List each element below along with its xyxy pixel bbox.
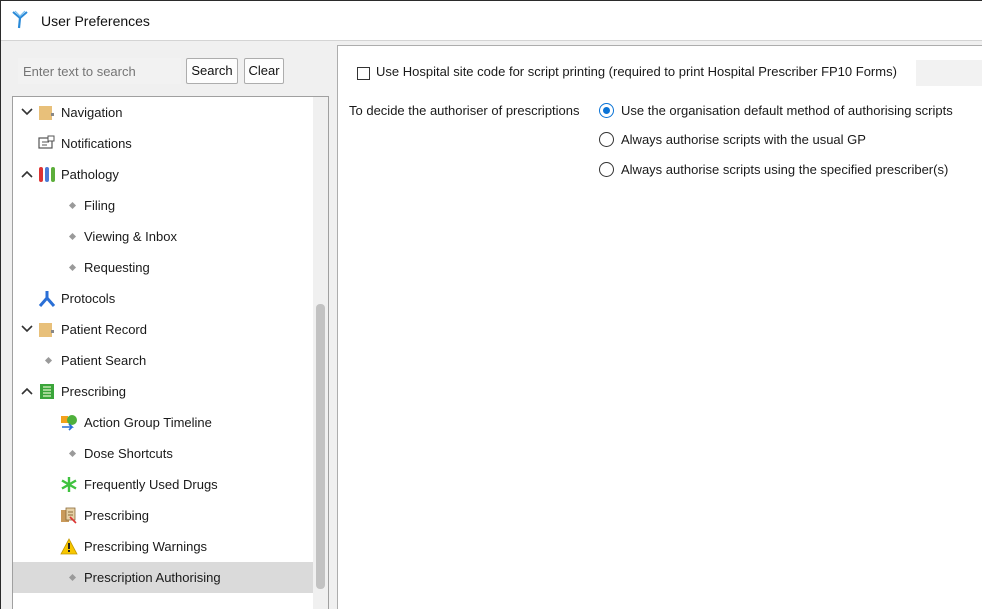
tree-item-prescribing-group[interactable]: Prescribing (13, 376, 313, 407)
tree-item-label: Prescribing (61, 384, 127, 399)
folder-icon (39, 106, 54, 120)
radio-usual-gp[interactable] (599, 132, 614, 147)
radio-usual-gp-label[interactable]: Always authorise scripts with the usual … (621, 132, 866, 147)
tree-scrollbar-thumb[interactable] (316, 304, 325, 589)
tree-item-label: Pathology (61, 167, 119, 182)
tree-item-dose-shortcuts[interactable]: Dose Shortcuts (13, 438, 313, 469)
protocols-icon (38, 291, 56, 307)
tree-item-label: Notifications (61, 136, 132, 151)
tree-item-label: Patient Search (61, 353, 147, 368)
bullet-icon (68, 573, 77, 582)
tree-item-viewing-inbox[interactable]: Viewing & Inbox (13, 221, 313, 252)
tree-item-requesting[interactable]: Requesting (13, 252, 313, 283)
radio-specified-prescriber[interactable] (599, 162, 614, 177)
search-input[interactable] (18, 58, 181, 84)
bullet-icon (44, 356, 53, 365)
tree-item-label: Protocols (61, 291, 116, 306)
bullet-icon (68, 201, 77, 210)
tree-item-label: Requesting (84, 260, 150, 275)
tree-item-label: Filing (84, 198, 116, 213)
chevron-down-icon[interactable] (19, 314, 35, 345)
search-button[interactable]: Search (186, 58, 238, 84)
hospital-site-code-label[interactable]: Use Hospital site code for script printi… (376, 64, 897, 79)
authoriser-label: To decide the authoriser of prescription… (349, 103, 580, 118)
prescription-pad-icon (40, 384, 54, 399)
tree-item-frequently-used-drugs[interactable]: Frequently Used Drugs (13, 469, 313, 500)
bullet-icon (68, 263, 77, 272)
tree-item-prescribing-warnings[interactable]: Prescribing Warnings (13, 531, 313, 562)
action-group-icon (61, 415, 77, 431)
radio-organisation-default-label[interactable]: Use the organisation default method of a… (621, 103, 953, 118)
tree-item-patient-search[interactable]: Patient Search (13, 345, 313, 376)
tree-item-label: Patient Record (61, 322, 147, 337)
preference-settings-panel: Use Hospital site code for script printi… (337, 45, 982, 609)
tree-item-pathology[interactable]: Pathology (13, 159, 313, 190)
clear-button[interactable]: Clear (244, 58, 284, 84)
prescribing-forms-icon (61, 507, 77, 524)
tree-item-label: Navigation (61, 105, 123, 120)
tree-item-label: Action Group Timeline (84, 415, 212, 430)
folder-icon (39, 323, 54, 337)
tree-item-label: Frequently Used Drugs (84, 477, 218, 492)
tree-item-action-group-timeline[interactable]: Action Group Timeline (13, 407, 313, 438)
hospital-site-code-checkbox[interactable] (357, 67, 370, 80)
tree-item-prescription-authorising[interactable]: Prescription Authorising (13, 562, 313, 593)
tree-item-label: Viewing & Inbox (84, 229, 177, 244)
bullet-icon (68, 232, 77, 241)
tree-item-protocols[interactable]: Protocols (13, 283, 313, 314)
title-bar: User Preferences (1, 1, 982, 41)
user-preferences-window: User Preferences Search Clear Navigation… (0, 0, 982, 609)
asterisk-icon (61, 477, 77, 492)
preferences-tree: Navigation Notifications Pathology Filin… (12, 96, 329, 609)
tree-item-label: Dose Shortcuts (84, 446, 173, 461)
tree-item-prescribing[interactable]: Prescribing (13, 500, 313, 531)
tree-item-patient-record[interactable]: Patient Record (13, 314, 313, 345)
chevron-down-icon[interactable] (19, 97, 35, 128)
chevron-up-icon[interactable] (19, 376, 35, 407)
chevron-up-icon[interactable] (19, 159, 35, 190)
window-title: User Preferences (41, 13, 150, 29)
bullet-icon (68, 449, 77, 458)
tree-item-label: Prescribing (84, 508, 150, 523)
tree-item-filing[interactable]: Filing (13, 190, 313, 221)
warning-icon (60, 538, 78, 555)
radio-organisation-default[interactable] (599, 103, 614, 118)
tree-item-notifications[interactable]: Notifications (13, 128, 313, 159)
app-logo-icon (12, 10, 28, 29)
tree-item-navigation[interactable]: Navigation (13, 97, 313, 128)
tree-item-label: Prescribing Warnings (84, 539, 208, 554)
tree-item-label: Prescription Authorising (84, 570, 221, 585)
preferences-navigation-pane: Search Clear Navigation Notifications Pa… (1, 42, 334, 609)
radio-specified-prescriber-label[interactable]: Always authorise scripts using the speci… (621, 162, 948, 177)
notifications-icon (38, 135, 55, 149)
hospital-site-code-field[interactable] (916, 60, 982, 86)
test-tubes-icon (39, 167, 55, 182)
